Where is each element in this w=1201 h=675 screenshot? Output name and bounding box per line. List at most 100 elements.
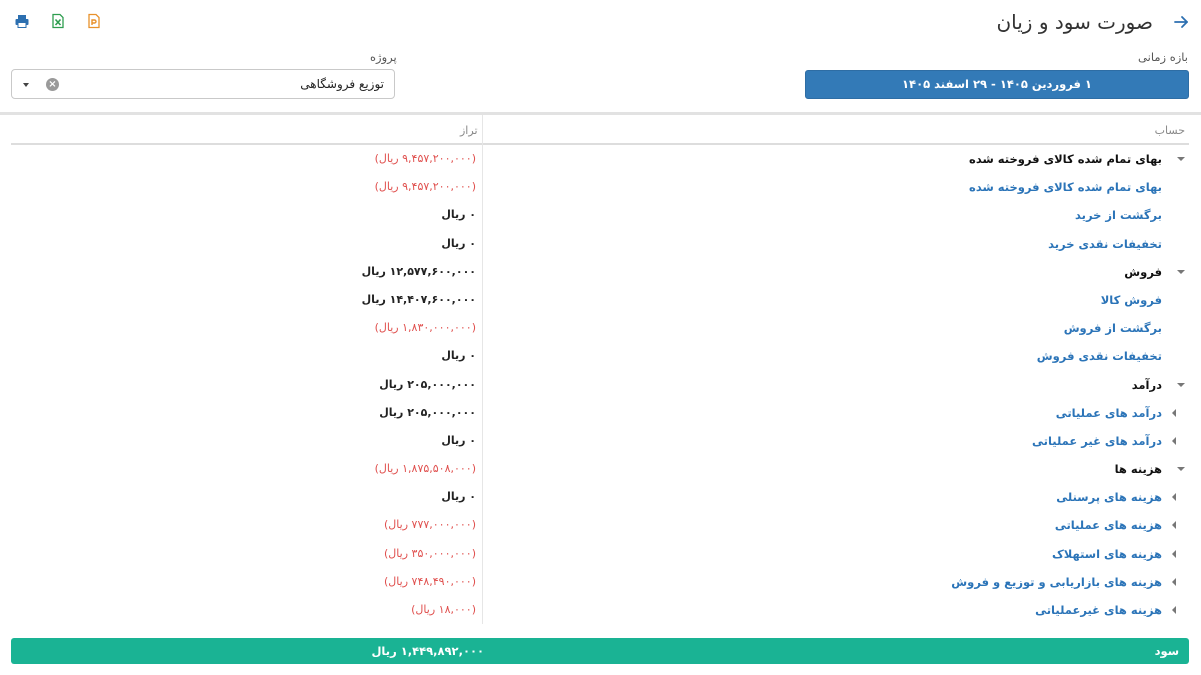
balance-amount: (۱۸,۰۰۰ ریال) xyxy=(411,603,476,616)
page-title: صورت سود و زیان xyxy=(996,10,1153,34)
caret-left-icon[interactable] xyxy=(1172,493,1176,502)
excel-export-icon[interactable] xyxy=(50,13,66,29)
table-row[interactable]: هزینه ها (۱,۸۷۵,۵۰۸,۰۰۰ ریال) xyxy=(11,455,1189,484)
account-group-label: بهای تمام شده کالای فروخته شده xyxy=(969,152,1162,166)
account-group-label: فروش xyxy=(1124,264,1162,279)
project-select[interactable]: توزیع فروشگاهی × xyxy=(11,69,395,99)
table-row[interactable]: درآمد های غیر عملیاتی ۰ ریال xyxy=(11,426,1189,456)
table-row[interactable]: هزینه های بازاریابی و توزیع و فروش (۷۴۸,۴… xyxy=(11,567,1189,596)
column-divider xyxy=(482,145,483,174)
clear-selection-icon[interactable]: × xyxy=(46,78,59,91)
back-arrow-icon[interactable] xyxy=(1171,12,1191,32)
account-link[interactable]: درآمد های عملیاتی xyxy=(1056,406,1162,420)
export-toolbar xyxy=(14,13,102,29)
column-divider xyxy=(482,370,483,399)
account-link[interactable]: هزینه های بازاریابی و توزیع و فروش xyxy=(951,575,1162,589)
balance-amount: ۰ ریال xyxy=(441,236,476,250)
account-link[interactable]: هزینه های پرسنلی xyxy=(1056,490,1162,504)
table-row[interactable]: درآمد ۲۰۵,۰۰۰,۰۰۰ ریال xyxy=(11,370,1189,399)
column-divider xyxy=(482,567,483,596)
column-divider xyxy=(482,257,483,286)
column-header-balance[interactable]: تراز xyxy=(460,124,478,137)
caret-down-icon[interactable] xyxy=(1177,467,1185,472)
column-divider xyxy=(482,455,483,484)
project-label: پروژه xyxy=(370,50,397,64)
page-header: صورت سود و زیان xyxy=(0,0,1201,48)
balance-amount: (۹,۴۵۷,۲۰۰,۰۰۰ ریال) xyxy=(374,180,476,194)
account-link[interactable]: درآمد های غیر عملیاتی xyxy=(1032,434,1162,448)
table-row[interactable]: تخفیفات نقدی فروش ۰ ریال xyxy=(11,342,1189,371)
balance-amount: ۲۰۵,۰۰۰,۰۰۰ ریال xyxy=(379,377,476,391)
table-row[interactable]: فروش ۱۲,۵۷۷,۶۰۰,۰۰۰ ریال xyxy=(11,257,1189,286)
table-row[interactable]: هزینه های غیرعملیاتی (۱۸,۰۰۰ ریال) xyxy=(11,596,1189,625)
project-selected-value: توزیع فروشگاهی xyxy=(300,77,384,91)
caret-left-icon[interactable] xyxy=(1172,606,1176,614)
balance-amount: (۹,۴۵۷,۲۰۰,۰۰۰ ریال) xyxy=(374,152,476,165)
caret-down-icon[interactable] xyxy=(1177,269,1185,274)
table-row[interactable]: درآمد های عملیاتی ۲۰۵,۰۰۰,۰۰۰ ریال xyxy=(11,398,1189,427)
balance-amount: ۰ ریال xyxy=(441,433,476,447)
table-row[interactable]: هزینه های استهلاک (۳۵۰,۰۰۰,۰۰۰ ریال) xyxy=(11,539,1189,568)
profit-loss-grid: حساب تراز بهای تمام شده کالای فروخته شده… xyxy=(11,115,1189,625)
profit-summary-bar: سود ۱,۴۴۹,۸۹۲,۰۰۰ ریال xyxy=(11,638,1189,664)
caret-left-icon[interactable] xyxy=(1172,436,1176,445)
column-divider xyxy=(482,285,483,315)
caret-left-icon[interactable] xyxy=(1172,549,1176,558)
profit-label: سود xyxy=(1154,644,1179,658)
account-link[interactable]: برگشت از خرید xyxy=(1075,208,1162,222)
column-divider xyxy=(482,173,483,202)
table-row[interactable]: برگشت از خرید ۰ ریال xyxy=(11,201,1189,230)
grid-header: حساب تراز xyxy=(11,115,1189,145)
column-divider xyxy=(482,511,483,540)
column-header-account[interactable]: حساب xyxy=(1155,124,1185,137)
balance-amount: (۳۵۰,۰۰۰,۰۰۰ ریال) xyxy=(384,546,476,560)
caret-down-icon[interactable] xyxy=(1177,382,1185,387)
table-row[interactable]: هزینه های پرسنلی ۰ ریال xyxy=(11,483,1189,512)
balance-amount: ۱۴,۴۰۷,۶۰۰,۰۰۰ ریال xyxy=(361,292,476,306)
column-divider xyxy=(482,596,483,625)
caret-left-icon[interactable] xyxy=(1172,408,1176,417)
table-row[interactable]: فروش کالا ۱۴,۴۰۷,۶۰۰,۰۰۰ ریال xyxy=(11,285,1189,315)
column-divider xyxy=(482,483,483,512)
grid-rows: بهای تمام شده کالای فروخته شده (۹,۴۵۷,۲۰۰… xyxy=(11,145,1189,625)
chevron-down-icon[interactable] xyxy=(23,83,29,87)
account-group-label: هزینه ها xyxy=(1114,462,1162,477)
balance-amount: ۱۲,۵۷۷,۶۰۰,۰۰۰ ریال xyxy=(361,264,476,278)
account-link[interactable]: هزینه های غیرعملیاتی xyxy=(1035,603,1162,617)
period-label: بازه زمانی xyxy=(1138,50,1188,64)
account-link[interactable]: هزینه های عملیاتی xyxy=(1055,518,1162,532)
account-link[interactable]: تخفیفات نقدی خرید xyxy=(1048,237,1162,251)
column-divider xyxy=(482,342,483,371)
caret-down-icon[interactable] xyxy=(1177,157,1185,161)
balance-amount: ۰ ریال xyxy=(441,208,476,222)
balance-amount: (۱,۸۳۰,۰۰۰,۰۰۰ ریال) xyxy=(374,321,476,335)
account-link[interactable]: برگشت از فروش xyxy=(1064,321,1162,335)
table-row[interactable]: برگشت از فروش (۱,۸۳۰,۰۰۰,۰۰۰ ریال) xyxy=(11,314,1189,343)
table-row[interactable]: بهای تمام شده کالای فروخته شده (۹,۴۵۷,۲۰۰… xyxy=(11,145,1189,174)
caret-left-icon[interactable] xyxy=(1172,521,1176,530)
date-range-button[interactable]: ۱ فروردین ۱۴۰۵ - ۲۹ اسفند ۱۴۰۵ xyxy=(805,70,1189,99)
column-divider xyxy=(482,314,483,343)
balance-amount: ۰ ریال xyxy=(441,349,476,363)
column-divider xyxy=(482,398,483,427)
table-row[interactable]: هزینه های عملیاتی (۷۷۷,۰۰۰,۰۰۰ ریال) xyxy=(11,511,1189,540)
account-link[interactable]: بهای تمام شده کالای فروخته شده xyxy=(969,180,1162,194)
printer-icon[interactable] xyxy=(14,13,30,29)
account-link[interactable]: تخفیفات نقدی فروش xyxy=(1037,349,1162,363)
caret-left-icon[interactable] xyxy=(1172,577,1176,586)
column-divider xyxy=(482,539,483,568)
column-divider xyxy=(482,201,483,230)
profit-value: ۱,۴۴۹,۸۹۲,۰۰۰ ریال xyxy=(371,644,484,658)
pdf-export-icon[interactable] xyxy=(86,13,102,29)
column-divider xyxy=(482,115,483,145)
account-link[interactable]: هزینه های استهلاک xyxy=(1052,547,1162,561)
balance-amount: (۷۷۷,۰۰۰,۰۰۰ ریال) xyxy=(384,518,476,532)
table-row[interactable]: بهای تمام شده کالای فروخته شده (۹,۴۵۷,۲۰۰… xyxy=(11,173,1189,202)
balance-amount: ۲۰۵,۰۰۰,۰۰۰ ریال xyxy=(379,405,476,419)
account-group-label: درآمد xyxy=(1131,377,1162,392)
table-row[interactable]: تخفیفات نقدی خرید ۰ ریال xyxy=(11,229,1189,258)
balance-amount: ۰ ریال xyxy=(441,490,476,504)
account-link[interactable]: فروش کالا xyxy=(1101,293,1162,307)
balance-amount: (۱,۸۷۵,۵۰۸,۰۰۰ ریال) xyxy=(374,462,476,476)
column-divider xyxy=(482,229,483,258)
